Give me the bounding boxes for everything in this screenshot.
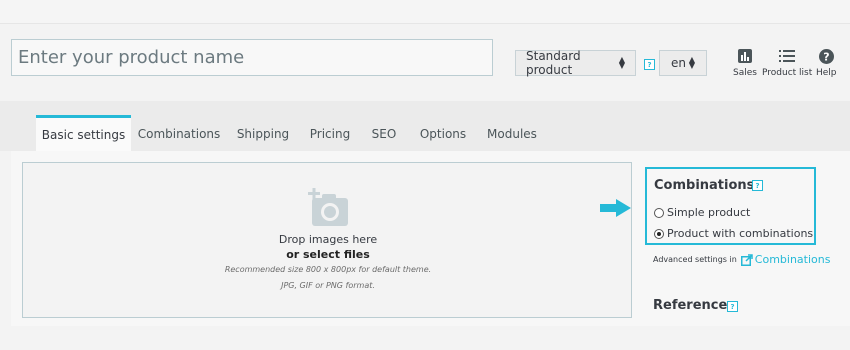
combinations-link-label: Combinations (754, 253, 831, 266)
bar-chart-icon (737, 48, 752, 64)
sales-label: Sales (733, 68, 757, 78)
dropzone-size-hint: Recommended size 800 x 800px for default… (224, 265, 432, 274)
advanced-settings-text: Advanced settings in (653, 255, 737, 264)
help-icon[interactable]: ? (644, 59, 655, 70)
product-with-combinations-option[interactable]: Product with combinations (654, 227, 813, 240)
help-button[interactable]: ? Help (816, 48, 837, 78)
product-name-placeholder: Enter your product name (18, 47, 245, 68)
radio-with-combinations[interactable] (654, 228, 664, 239)
list-icon (779, 48, 796, 64)
advanced-settings: Advanced settings in Combinations (653, 253, 830, 266)
help-label: Help (816, 68, 837, 78)
product-type-value: Standard product (526, 49, 581, 77)
tab-modules[interactable]: Modules (482, 115, 542, 152)
arrow-right-icon (600, 199, 631, 217)
svg-text:?: ? (823, 50, 829, 63)
add-photo-icon (308, 188, 348, 226)
help-icon[interactable]: ? (752, 180, 763, 191)
language-select[interactable]: en ▲ ▼ (659, 50, 707, 76)
top-bar (0, 0, 850, 24)
help-icon[interactable]: ? (727, 301, 738, 312)
sales-button[interactable]: Sales (733, 48, 757, 78)
product-with-combinations-label: Product with combinations (667, 227, 814, 240)
product-type-select[interactable]: Standard product ▲ ▼ (515, 49, 636, 77)
language-value: en (671, 56, 686, 70)
tab-basic-settings[interactable]: Basic settings (36, 115, 131, 152)
tab-options[interactable]: Options (414, 115, 472, 152)
reference-title: Reference (653, 298, 728, 313)
tab-pricing[interactable]: Pricing (304, 115, 356, 152)
select-arrows-icon: ▲ ▼ (688, 55, 695, 70)
combinations-title: Combinations (654, 178, 755, 193)
tab-seo[interactable]: SEO (366, 115, 402, 152)
combinations-link[interactable]: Combinations (740, 253, 831, 266)
select-arrows-icon: ▲ ▼ (618, 55, 625, 70)
external-link-icon (740, 253, 753, 266)
help-circle-icon: ? (818, 48, 834, 64)
product-name-input[interactable]: Enter your product name (11, 39, 493, 76)
image-dropzone[interactable]: Drop images here or select files Recomme… (22, 162, 632, 318)
tab-combinations[interactable]: Combinations (136, 115, 222, 152)
radio-simple[interactable] (654, 207, 664, 218)
dropzone-line-1: Drop images here (278, 233, 378, 246)
simple-product-option[interactable]: Simple product (654, 206, 750, 219)
product-list-label: Product list (762, 68, 813, 78)
simple-product-label: Simple product (667, 206, 751, 219)
select-files-link[interactable]: or select files (23, 248, 633, 261)
tab-shipping[interactable]: Shipping (232, 115, 294, 152)
product-list-button[interactable]: Product list (762, 48, 812, 78)
combinations-box: Combinations ? Simple product Product wi… (645, 167, 816, 245)
dropzone-format-hint: JPG, GIF or PNG format. (281, 281, 375, 290)
